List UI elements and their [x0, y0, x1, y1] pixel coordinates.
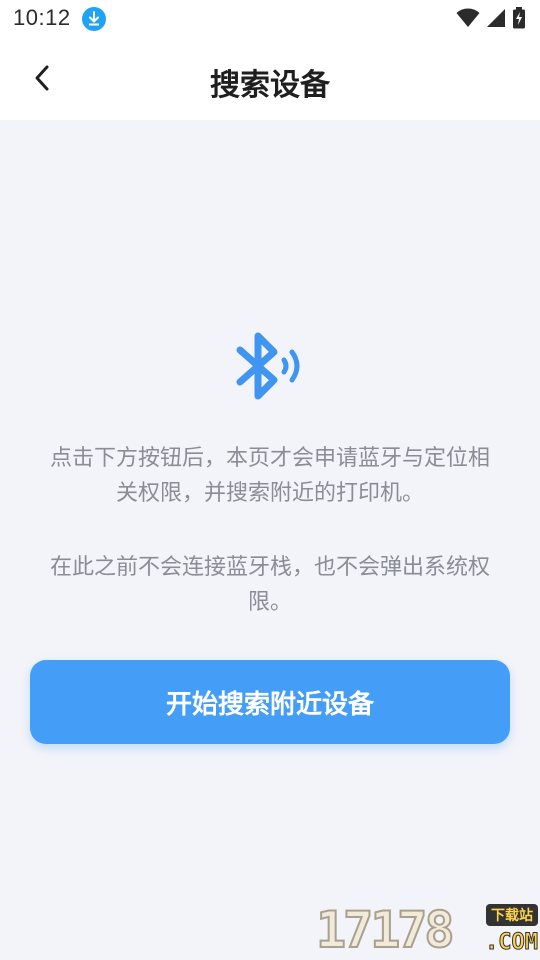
battery-icon: [513, 7, 525, 29]
status-time: 10:12: [13, 5, 71, 30]
watermark-number: 17178: [315, 900, 455, 960]
status-bar: 10:12: [0, 0, 540, 38]
signal-icon: [487, 9, 505, 27]
watermark-tag: 下载站: [486, 904, 538, 926]
start-search-button[interactable]: 开始搜索附近设备: [30, 660, 510, 744]
watermark-logo: 17178 下载站 .COM: [315, 900, 540, 960]
description-note: 在此之前不会连接蓝牙栈，也不会弹出系统权限。: [49, 555, 490, 615]
wifi-icon: [456, 8, 480, 27]
download-icon: [82, 7, 106, 31]
page-title: 搜索设备: [210, 68, 330, 103]
status-icons: [456, 6, 526, 30]
watermark-domain: .COM: [485, 930, 539, 956]
description-permissions: 点击下方按钮后，本页才会申请蓝牙与定位相关权限，并搜索附近的打印机。: [49, 446, 490, 506]
bluetooth-searching-icon: [236, 332, 300, 400]
app-header: 搜索设备: [0, 38, 540, 120]
